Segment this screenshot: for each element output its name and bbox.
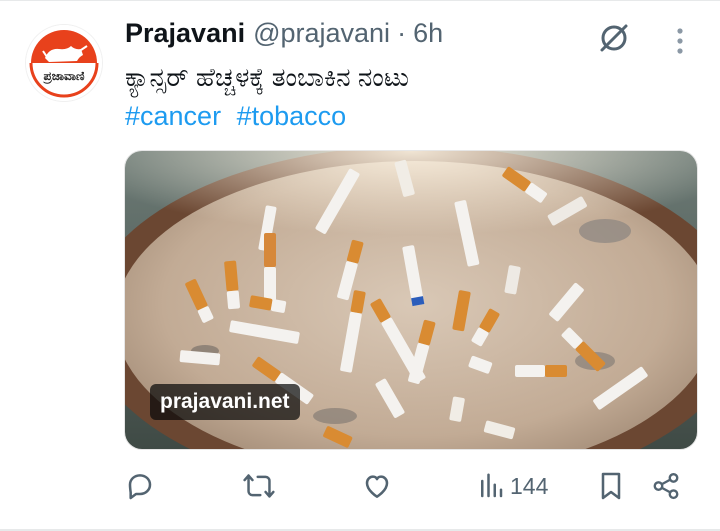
retweet-icon (243, 474, 275, 498)
reply-icon (128, 474, 152, 500)
views-count: 144 (510, 472, 549, 499)
share-button[interactable] (651, 466, 681, 506)
heart-icon (365, 475, 389, 498)
bookmark-button[interactable] (597, 466, 625, 506)
top-divider (0, 0, 720, 1)
image-source-label: prajavani.net (150, 384, 300, 420)
display-name[interactable]: Prajavani (125, 18, 245, 49)
hashtags: #cancer #tobacco (125, 101, 354, 132)
more-options-icon[interactable] (668, 24, 692, 58)
grok-icon[interactable] (597, 21, 631, 55)
hashtag-tobacco[interactable]: #tobacco (237, 101, 347, 131)
share-icon (653, 472, 679, 500)
like-button[interactable] (361, 466, 393, 506)
user-handle[interactable]: @prajavani (253, 18, 390, 49)
views-button[interactable]: 144 (478, 466, 548, 506)
hashtag-cancer[interactable]: #cancer (125, 101, 221, 131)
avatar-label: ಪ್ರಜಾವಾಣಿ (42, 69, 85, 84)
prajavani-logo-icon: ಪ್ರಜಾವಾಣಿ (26, 25, 102, 101)
separator-dot: · (397, 18, 407, 48)
tweet-header: Prajavani @prajavani · 6h (125, 18, 443, 49)
bookmark-icon (601, 472, 621, 500)
avatar[interactable]: ಪ್ರಜಾವಾಣಿ (25, 24, 103, 102)
timestamp[interactable]: 6h (413, 18, 443, 49)
reply-button[interactable] (124, 466, 156, 506)
views-icon (481, 473, 503, 498)
retweet-button[interactable] (242, 466, 276, 506)
tweet-text: ಕ್ಯಾನ್ಸರ್ ಹೆಚ್ಚಳಕ್ಕೆ ತಂಬಾಕಿನ ನಂಟು (125, 62, 410, 92)
